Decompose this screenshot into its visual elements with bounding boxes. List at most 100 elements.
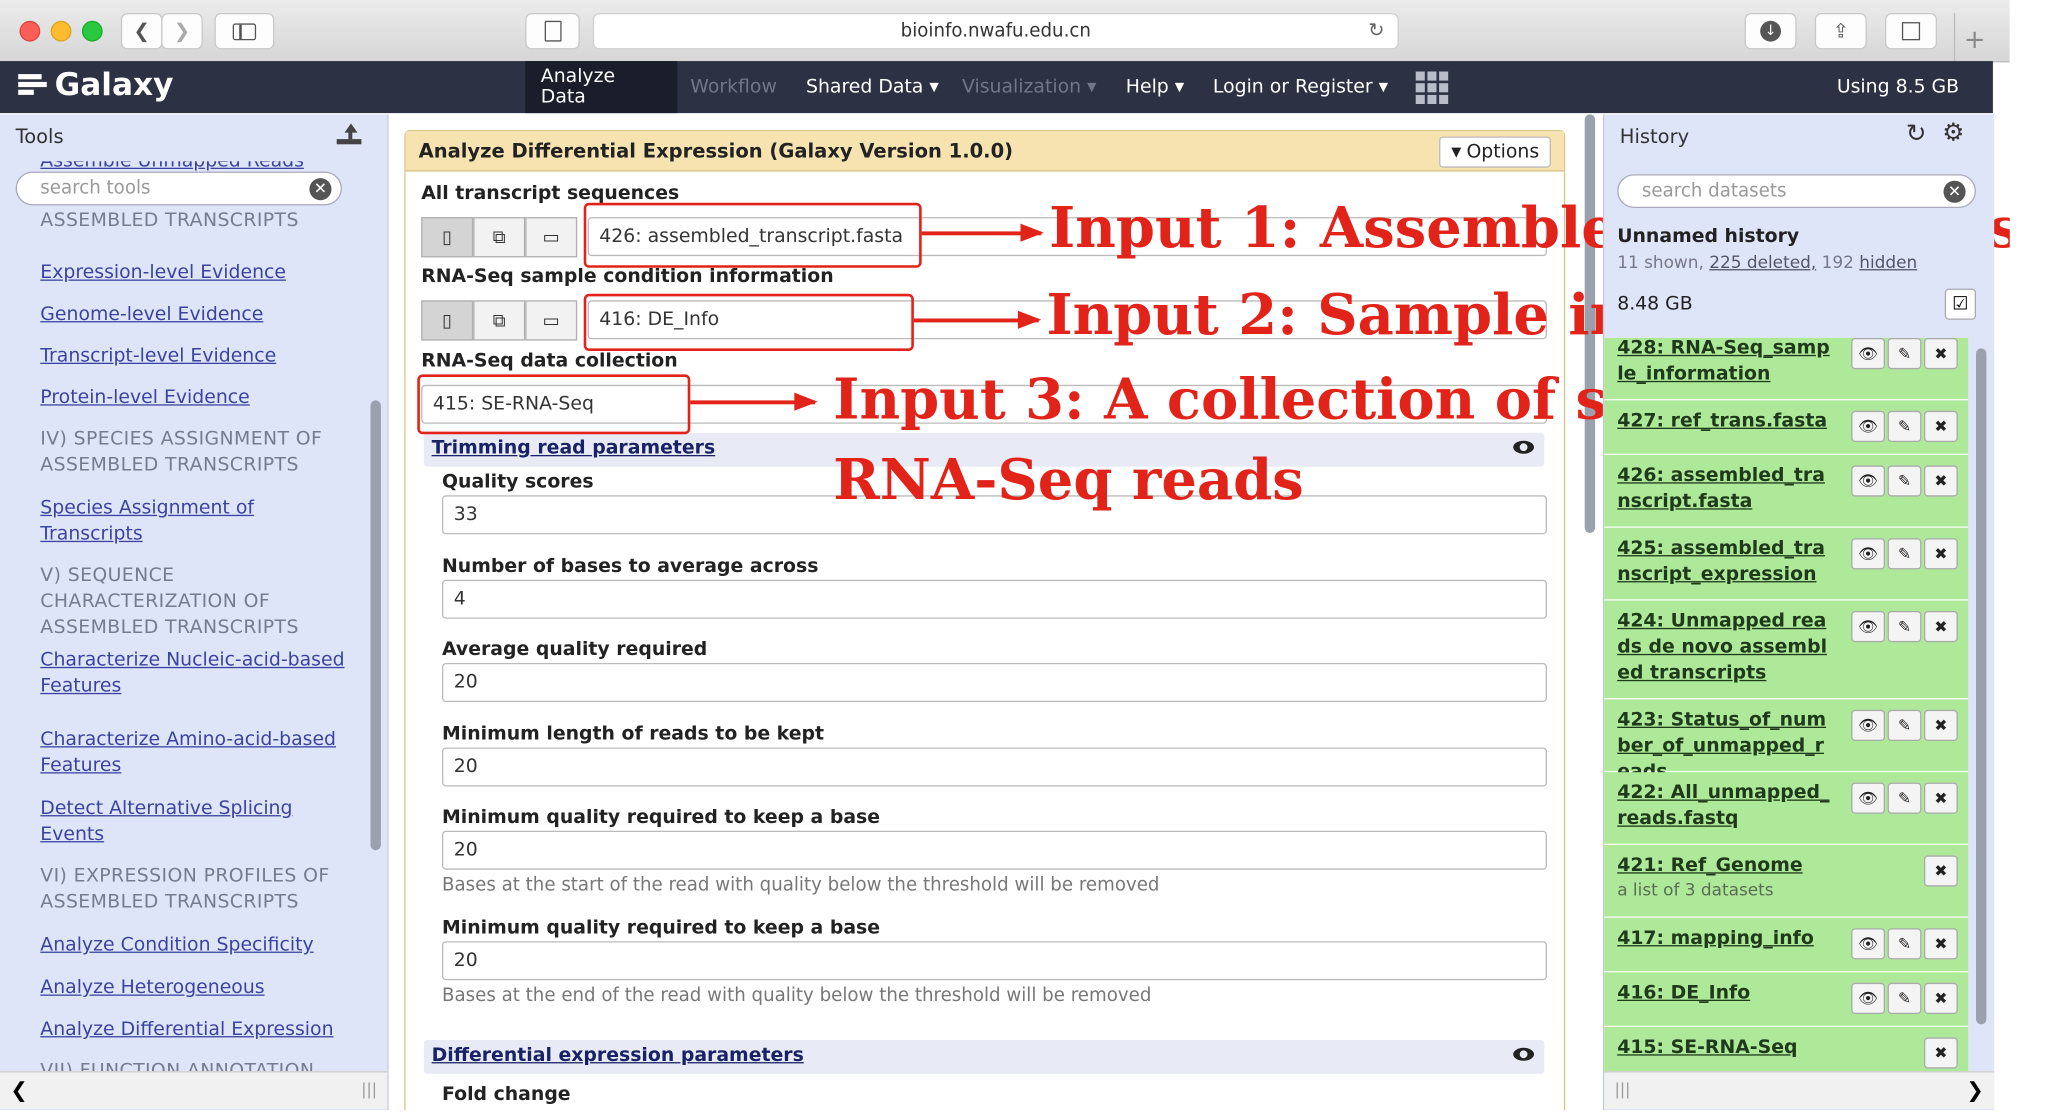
- tool-link[interactable]: Transcript-level Evidence: [40, 343, 352, 369]
- back-button[interactable]: ❮: [120, 13, 163, 50]
- history-item-name[interactable]: 425: assembled_transcript_expression: [1617, 536, 1835, 588]
- options-button[interactable]: ▼ Options: [1439, 136, 1551, 168]
- trim-field-input[interactable]: 20: [441, 830, 1547, 870]
- multiple-datasets-icon[interactable]: ⧉: [473, 217, 526, 258]
- minimize-window-button[interactable]: [50, 20, 72, 42]
- pencil-icon[interactable]: ✎: [1887, 709, 1922, 741]
- hidden-link[interactable]: hidden: [1859, 253, 1917, 273]
- eye-icon[interactable]: 👁: [1851, 410, 1885, 442]
- history-scrollbar[interactable]: [1975, 348, 1987, 1025]
- nav-shared-data[interactable]: Shared Data ▾: [790, 61, 954, 113]
- dataset-search-input[interactable]: search datasets ✕: [1617, 174, 1976, 208]
- delete-icon[interactable]: ✖: [1923, 928, 1958, 960]
- multiple-datasets-icon[interactable]: ⧉: [473, 300, 526, 341]
- history-item-name[interactable]: 424: Unmapped reads de novo assembled tr…: [1617, 608, 1835, 686]
- history-item[interactable]: 421: Ref_Genome a list of 3 datasets ✖: [1604, 844, 1969, 918]
- refresh-icon[interactable]: ↻: [1906, 120, 1927, 149]
- delete-icon[interactable]: ✖: [1923, 538, 1958, 570]
- history-item[interactable]: 424: Unmapped reads de novo assembled tr…: [1604, 600, 1969, 700]
- nav-workflow[interactable]: Workflow: [675, 61, 793, 113]
- history-item[interactable]: 417: mapping_info 👁 ✎ ✖: [1604, 917, 1969, 973]
- dataset-collection-icon[interactable]: ▭: [525, 300, 578, 341]
- delete-icon[interactable]: ✖: [1923, 611, 1958, 643]
- history-item[interactable]: 425: assembled_transcript_expression 👁 ✎ ✖: [1604, 527, 1969, 601]
- tabs-button[interactable]: [1884, 13, 1937, 50]
- single-dataset-icon[interactable]: ▯: [421, 300, 474, 341]
- pencil-icon[interactable]: ✎: [1887, 928, 1922, 960]
- pencil-icon[interactable]: ✎: [1887, 982, 1922, 1014]
- history-item[interactable]: 416: DE_Info 👁 ✎ ✖: [1604, 972, 1969, 1027]
- eye-icon[interactable]: [1513, 440, 1534, 454]
- trim-field-input[interactable]: 4: [441, 579, 1547, 619]
- tool-link[interactable]: Genome-level Evidence: [40, 302, 352, 328]
- history-item[interactable]: 422: All_unmapped_reads.fastq 👁 ✎ ✖: [1604, 772, 1969, 845]
- history-name[interactable]: Unnamed history: [1617, 226, 1799, 247]
- chevron-left-icon[interactable]: ❮: [10, 1078, 27, 1103]
- pencil-icon[interactable]: ✎: [1887, 410, 1922, 442]
- tools-collapse-bar[interactable]: ❮ |||: [0, 1071, 388, 1109]
- tool-link[interactable]: Detect Alternative Splicing Events: [40, 796, 352, 848]
- reload-icon[interactable]: ↻: [1368, 18, 1384, 41]
- eye-icon[interactable]: 👁: [1851, 465, 1885, 497]
- eye-icon[interactable]: 👁: [1851, 611, 1885, 643]
- delete-icon[interactable]: ✖: [1923, 782, 1958, 814]
- downloads-button[interactable]: ↓: [1744, 13, 1797, 50]
- deleted-link[interactable]: 225 deleted,: [1709, 253, 1816, 273]
- history-item[interactable]: 427: ref_trans.fasta 👁 ✎ ✖: [1604, 400, 1969, 455]
- history-item-name[interactable]: 417: mapping_info: [1617, 926, 1835, 952]
- trim-field-input[interactable]: 20: [441, 747, 1547, 787]
- history-item-name[interactable]: 415: SE-RNA-Seq: [1617, 1035, 1835, 1061]
- trim-field-input[interactable]: 20: [441, 663, 1547, 702]
- zoom-window-button[interactable]: [81, 20, 103, 42]
- tool-link[interactable]: Characterize Amino-acid-based Features: [40, 727, 352, 779]
- history-item-name[interactable]: 421: Ref_Genome: [1617, 853, 1835, 879]
- tool-link[interactable]: Analyze Condition Specificity: [40, 932, 352, 958]
- delete-icon[interactable]: ✖: [1923, 982, 1958, 1014]
- tool-link[interactable]: Analyze Differential Expression: [40, 1017, 352, 1043]
- eye-icon[interactable]: 👁: [1851, 982, 1885, 1014]
- sidebar-toggle-button[interactable]: [214, 13, 275, 50]
- apps-grid-icon[interactable]: [1415, 71, 1449, 104]
- de-section-header[interactable]: Differential expression parameters: [423, 1040, 1545, 1074]
- delete-icon[interactable]: ✖: [1923, 338, 1958, 370]
- history-item[interactable]: 428: RNA-Seq_sample_information 👁 ✎ ✖: [1604, 338, 1969, 401]
- chevron-right-icon[interactable]: ❯: [1966, 1078, 1983, 1103]
- delete-icon[interactable]: ✖: [1923, 855, 1958, 887]
- nav-login-register[interactable]: Login or Register ▾: [1197, 61, 1403, 113]
- tool-link[interactable]: Protein-level Evidence: [40, 385, 352, 411]
- nav-visualization[interactable]: Visualization ▾: [946, 61, 1112, 113]
- gear-icon[interactable]: ⚙: [1942, 118, 1964, 147]
- drag-handle-icon[interactable]: |||: [1615, 1080, 1631, 1098]
- reader-button[interactable]: [525, 13, 580, 50]
- pencil-icon[interactable]: ✎: [1887, 538, 1922, 570]
- delete-icon[interactable]: ✖: [1923, 1037, 1958, 1069]
- history-collapse-bar[interactable]: ||| ❯: [1604, 1071, 1995, 1109]
- tool-link[interactable]: Expression-level Evidence: [40, 260, 352, 286]
- pencil-icon[interactable]: ✎: [1887, 465, 1922, 497]
- eye-icon[interactable]: 👁: [1851, 709, 1885, 741]
- upload-icon[interactable]: [335, 122, 362, 145]
- tool-link[interactable]: Analyze Heterogeneous: [40, 975, 352, 1001]
- tool-search-input[interactable]: search tools ✕: [15, 171, 342, 206]
- eye-icon[interactable]: 👁: [1851, 782, 1885, 814]
- eye-icon[interactable]: 👁: [1851, 338, 1885, 370]
- drag-handle-icon[interactable]: |||: [361, 1080, 377, 1098]
- delete-icon[interactable]: ✖: [1923, 465, 1958, 497]
- clear-search-icon[interactable]: ✕: [309, 178, 332, 201]
- pencil-icon[interactable]: ✎: [1887, 338, 1922, 370]
- tool-link[interactable]: Species Assignment of Transcripts: [40, 495, 352, 547]
- single-dataset-icon[interactable]: ▯: [421, 217, 474, 258]
- eye-icon[interactable]: 👁: [1851, 928, 1885, 960]
- close-window-button[interactable]: [19, 20, 41, 42]
- history-item-name[interactable]: 416: DE_Info: [1617, 980, 1835, 1006]
- nav-help[interactable]: Help ▾: [1110, 61, 1200, 113]
- history-item-name[interactable]: 428: RNA-Seq_sample_information: [1617, 338, 1835, 387]
- tool-link[interactable]: Characterize Nucleic-acid-based Features: [40, 647, 352, 699]
- select-items-icon[interactable]: ☑: [1944, 288, 1976, 320]
- delete-icon[interactable]: ✖: [1923, 709, 1958, 741]
- share-button[interactable]: ⇪: [1814, 13, 1867, 50]
- history-item-name[interactable]: 426: assembled_transcript.fasta: [1617, 463, 1835, 515]
- eye-icon[interactable]: 👁: [1851, 538, 1885, 570]
- galaxy-logo[interactable]: Galaxy: [18, 66, 173, 103]
- history-item-name[interactable]: 427: ref_trans.fasta: [1617, 408, 1835, 434]
